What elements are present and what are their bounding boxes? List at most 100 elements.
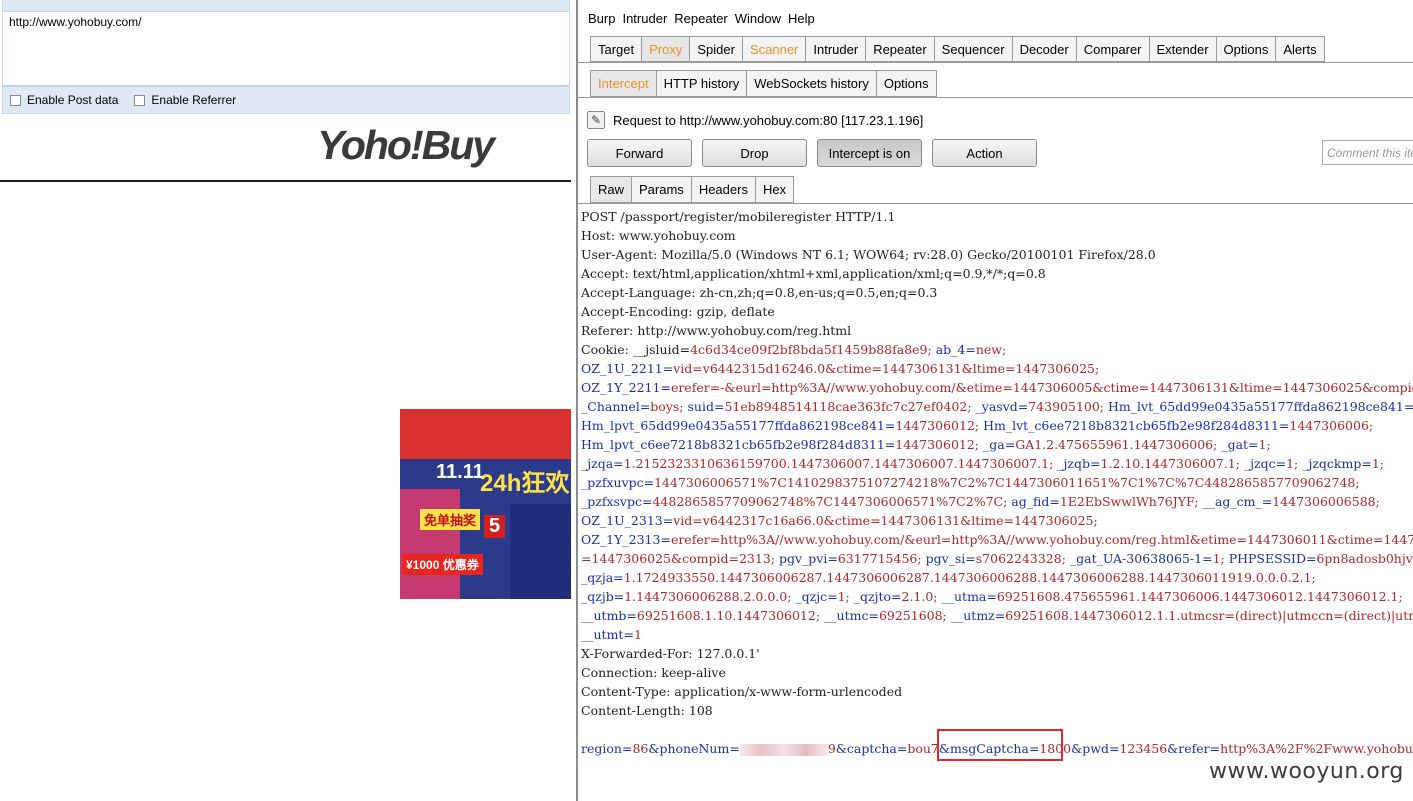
- tab-repeater[interactable]: Repeater: [866, 36, 935, 62]
- tab-options[interactable]: Options: [1216, 36, 1277, 62]
- editor-tab-hex[interactable]: Hex: [755, 176, 795, 203]
- tab-proxy[interactable]: Proxy: [642, 36, 691, 62]
- cookie-key: _jzqc=: [1243, 456, 1287, 471]
- tab-intruder[interactable]: Intruder: [806, 36, 867, 62]
- promo-building: [400, 489, 460, 599]
- cookie-key: _pzfxsvpc=: [581, 494, 653, 509]
- promo-sky: [400, 409, 571, 459]
- enable-referrer-checkbox[interactable]: [134, 94, 146, 106]
- cookie-key: Hm_lpvt_c6ee7218b8321cb65fb2e98f284d8311…: [581, 437, 896, 452]
- enable-referrer-label: Enable Referrer: [151, 93, 237, 107]
- subtab-websockets-history[interactable]: WebSockets history: [747, 70, 877, 97]
- tab-sequencer[interactable]: Sequencer: [934, 36, 1013, 62]
- enable-post-checkbox[interactable]: [10, 94, 21, 106]
- cookie-line: _qzjb=1.1447306006288.2.0.0.0; _qzjc=1; …: [581, 587, 1413, 606]
- cookie-value: 1447306012;: [895, 418, 984, 433]
- promo-tag: 免单抽奖: [420, 509, 481, 530]
- param-value: 123456: [1119, 741, 1168, 756]
- cookie-line: _jzqa=1.2152323310636159700.1447306007.1…: [581, 454, 1413, 473]
- cookie-line: _pzfxsvpc=4482865857709062748%7C14473060…: [581, 492, 1413, 511]
- editor-tab-headers[interactable]: Headers: [691, 176, 756, 203]
- browser-pane: http://www.yohobuy.com/ Enable Post data…: [0, 0, 571, 801]
- cookie-key: __utmc=: [824, 608, 879, 623]
- param-value: bou7: [907, 741, 939, 756]
- param-key: &phoneNum=: [648, 741, 740, 756]
- cookie-line: Cookie: __jsluid=4c6d34ce09f2bf8bda5f145…: [581, 340, 1413, 359]
- cookie-value: 51eb8948514118cae363fc7c27ef0402;: [724, 399, 976, 414]
- cookie-key: Hm_lpvt_65dd99e0435a55177ffda862198ce841…: [581, 418, 896, 433]
- cookie-line: =1447306025&compid=2313; pgv_pvi=6317715…: [581, 549, 1413, 568]
- cookie-key: OZ_1Y_2313=: [581, 532, 671, 547]
- subtab-http-history[interactable]: HTTP history: [656, 70, 748, 97]
- cookie-value: 2.1.0;: [901, 589, 942, 604]
- editor-tab-params[interactable]: Params: [632, 176, 692, 203]
- intercept-toggle-button[interactable]: Intercept is on: [817, 139, 922, 167]
- cookie-key: _qzjb=: [581, 589, 625, 604]
- tab-extender[interactable]: Extender: [1149, 36, 1217, 62]
- action-button[interactable]: Action: [932, 139, 1037, 167]
- raw-request-editor[interactable]: POST /passport/register/mobileregister H…: [581, 207, 1413, 801]
- options-bar: Enable Post data Enable Referrer: [2, 86, 570, 114]
- menu-window[interactable]: Window: [735, 11, 781, 26]
- tab-comparer[interactable]: Comparer: [1076, 36, 1150, 62]
- menu-repeater[interactable]: Repeater: [674, 11, 727, 26]
- cookie-key: __ag_cm_=: [1202, 494, 1273, 509]
- cookie-value: 1.2.10.1447306007.1;: [1100, 456, 1244, 471]
- editor-divider: [578, 203, 1413, 204]
- enable-post-option[interactable]: Enable Post data: [10, 93, 118, 107]
- cookie-value: 1;: [1212, 551, 1229, 566]
- cookie-value: 1;: [1286, 456, 1303, 471]
- cookie-value: 69251608.1.10.1447306012;: [636, 608, 825, 623]
- forward-button[interactable]: Forward: [587, 139, 692, 167]
- param-value: 9: [827, 741, 836, 756]
- promo-banner[interactable]: 11.11 24h狂欢 免单抽奖 5 ¥1000 优惠券: [400, 409, 571, 599]
- promo-headline: 24h狂欢: [480, 470, 570, 497]
- editor-tabs: Raw Params Headers Hex: [590, 176, 795, 203]
- editor-tab-raw[interactable]: Raw: [590, 176, 633, 203]
- cookie-value: 4c6d34ce09f2bf8bda5f1459b88fa8e9;: [690, 342, 936, 357]
- menu-intruder[interactable]: Intruder: [622, 11, 667, 26]
- menu-burp[interactable]: Burp: [588, 11, 615, 26]
- cookie-value: 1: [633, 627, 642, 642]
- cookie-value: 1.1724933550.1447306006287.1447306006287…: [623, 570, 1316, 585]
- promo-date: 11.11: [436, 461, 484, 483]
- burp-window: Burp Intruder Repeater Window Help Targe…: [576, 0, 1413, 801]
- enable-post-label: Enable Post data: [27, 93, 119, 107]
- enable-referrer-option[interactable]: Enable Referrer: [134, 93, 236, 107]
- promo-discount: 5: [484, 515, 506, 538]
- comment-input[interactable]: Comment this item: [1322, 140, 1413, 165]
- request-target-label: Request to http://www.yohobuy.com:80 [11…: [613, 112, 924, 128]
- header-content-type: Content-Type: application/x-www-form-url…: [581, 684, 903, 699]
- yohobuy-logo[interactable]: Yoho!Buy: [317, 122, 495, 169]
- cookie-key: _jzqb=: [1057, 456, 1101, 471]
- cookie-key: _Channel=: [581, 399, 651, 414]
- menu-help[interactable]: Help: [788, 11, 815, 26]
- cookie-key: _jzqa=: [581, 456, 624, 471]
- cookie-key: _qzjc=: [795, 589, 838, 604]
- header-connection: Connection: keep-alive: [581, 665, 726, 680]
- redacted-phone: [739, 743, 828, 756]
- subtab-options[interactable]: Options: [876, 70, 937, 97]
- param-key: &refer=: [1167, 741, 1221, 756]
- cookie-value: new;: [975, 342, 1007, 357]
- tab-scanner[interactable]: Scanner: [742, 36, 807, 62]
- tab-target[interactable]: Target: [590, 36, 643, 62]
- tab-decoder[interactable]: Decoder: [1012, 36, 1077, 62]
- tab-spider[interactable]: Spider: [690, 36, 743, 62]
- cookie-key: pgv_si=: [925, 551, 976, 566]
- cookie-key: OZ_1U_2313=: [581, 513, 674, 528]
- tab-alerts[interactable]: Alerts: [1276, 36, 1325, 62]
- cookie-key: __utmb=: [581, 608, 637, 623]
- cookie-value: 6pn8adosb0hjvs1: [1316, 551, 1413, 566]
- promo-building: [510, 504, 571, 599]
- promo-coupon: ¥1000 优惠券: [402, 554, 483, 575]
- cookie-key: __utmz=: [950, 608, 1006, 623]
- cookie-value: 1E2EbSwwlWh76JYF;: [1059, 494, 1203, 509]
- cookie-value: 69251608.1447306012.1.1.utmcsr=(direct)|…: [1005, 608, 1413, 623]
- cookie-value: 1.1447306006288.2.0.0.0;: [624, 589, 796, 604]
- drop-button[interactable]: Drop: [702, 139, 807, 167]
- header-x-forwarded-for: X-Forwarded-For: 127.0.0.1': [581, 646, 760, 661]
- pencil-icon[interactable]: ✎: [587, 111, 605, 129]
- url-textarea[interactable]: http://www.yohobuy.com/: [2, 12, 570, 86]
- subtab-intercept[interactable]: Intercept: [590, 70, 657, 97]
